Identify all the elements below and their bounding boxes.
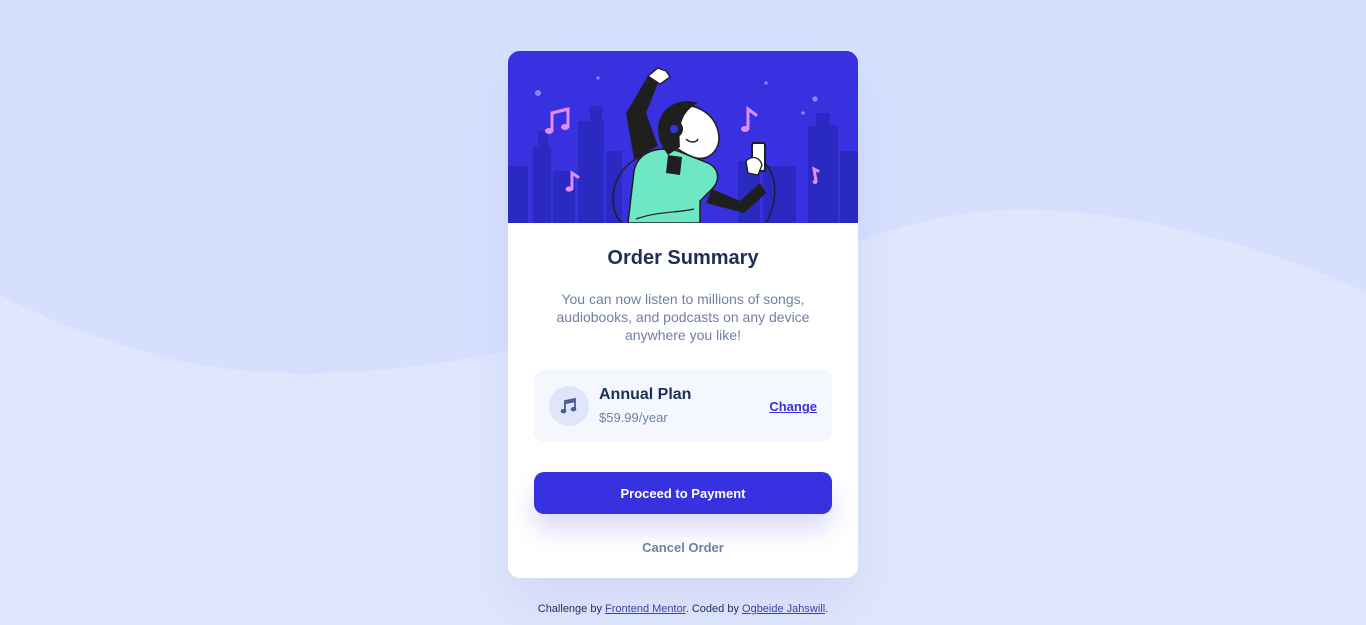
footer-prefix: Challenge by [537,603,602,615]
card-description: You can now listen to millions of songs,… [556,291,810,343]
footer-suffix: . [825,603,829,615]
plan-price: $59.99/year [599,410,668,425]
hero-illustration [508,51,858,223]
frontend-mentor-link[interactable]: Frontend Mentor [605,603,686,615]
proceed-to-payment-button[interactable]: Proceed to Payment [534,472,832,514]
order-summary-card: Order Summary You can now listen to mill… [508,51,858,578]
plan-name: Annual Plan [599,386,692,403]
music-note-icon [560,397,577,414]
plan-icon-circle [549,386,589,426]
plan-summary: Annual Plan $59.99/year Change [534,370,832,442]
card-title: Order Summary [607,247,759,269]
attribution-footer: Challenge by Frontend Mentor. Coded by O… [0,603,1366,615]
cancel-order-button[interactable]: Cancel Order [508,540,858,555]
author-link[interactable]: Ogbeide Jahswill [742,603,825,615]
change-plan-link[interactable]: Change [769,399,817,414]
footer-middle: . Coded by [685,603,739,615]
